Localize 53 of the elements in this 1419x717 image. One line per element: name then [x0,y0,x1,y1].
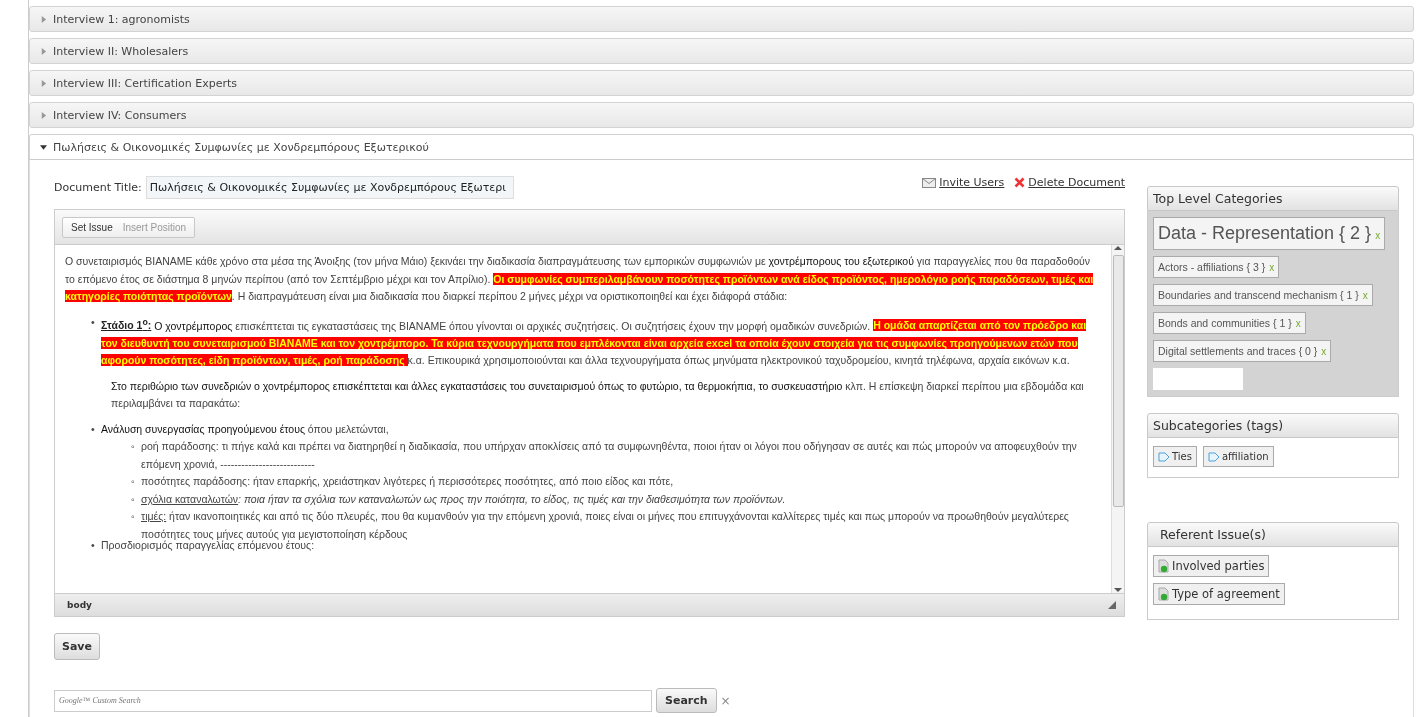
bullet-marker: ◦ [131,491,136,507]
category-chip[interactable]: Data - Representation { 2 } x [1153,217,1386,250]
bullet-marker: • [91,314,96,330]
category-chip[interactable]: Boundaries and transcend mechanism { 1 } x [1153,284,1373,306]
save-button[interactable]: Save [54,633,100,660]
panel-title: Top Level Categories [1147,186,1399,211]
section-title: Interview III: Certification Experts [53,76,237,90]
bullet-marker: • [91,421,96,437]
resize-handle-icon[interactable] [1108,601,1116,609]
list-item: ποσότητες παράδοσης: ήταν επαρκής, χρειάστηκαν λιγότερες ή περισσότερες ποσότητες, από ποιο είδος και πότε, [141,474,675,489]
category-chip[interactable]: Digital settlements and traces { 0 } x [1153,340,1332,362]
section-title: Interview IV: Consumers [53,108,187,122]
accordion-header[interactable]: Interview II: Wholesalers [29,38,1414,64]
close-icon [1014,177,1026,188]
action-link[interactable]: Invite Users [922,176,1005,189]
paragraph: Ο συνεταιρισμός ΒΙΑΝΑΜΕ κάθε χρόνο στα μέσα της Άνοιξης (τον μήνα Μάιο) ξεκινάει την διαδικασία διαπραγμάτευσης των εμπορικών συμφωνιών με χοντρέμπορους του εξωτερικού για παραγγελίες που θα παραδοθούν το επόμενο έτος σε διάστημα 8 μηνών περίπου (από τον Σεπτέμβριο μέχρι και τον Απρίλιο). Οι συμφωνίες συμπεριλαμβάνουν ποσότητες προϊόντων ανά είδος προϊόντος, ημερολόγιο ροής παραδόσεων, τιμές και κατηγορίες ποιότητας προϊόντων. Η διαπραγμάτευση είναι μια διαδικασία που διαρκεί περίπου 2 μήνες μέχρι να οριστικοποιηθεί και έχει διάφορά στάδια: [65,254,1095,304]
bullet-marker: ◦ [131,439,136,454]
section-title: Interview 1: agronomists [53,12,190,26]
list-item: τιμές: ήταν ικανοποιητικές και από τις δύο πλευρές, που θα κυμανθούν για την επόμενη χρονιά, ποιες είναι οι μήνες που επιτυγχάνονται καλλίτερες τιμές και πως μπορούν να προωθηθούν μεγαλύτερες ποσότητες τους μήνες αυτούς για μεγιστοποίηση κέρδους [141,509,1070,541]
clear-button[interactable]: × [720,693,731,708]
bullet-marker: ◦ [131,474,136,489]
list-item: Ανάλυση συνεργασίας προηγούμενου έτους όπου μελετώνται, [101,421,390,437]
envelope-icon [922,177,937,188]
tag-chip[interactable]: Ties [1153,446,1197,467]
panel-title: Referent Issue(s) [1147,522,1399,547]
tag-chip[interactable]: affiliation [1202,446,1274,467]
issue-chip[interactable]: Type of agreement [1153,583,1285,605]
tag-icon [1158,451,1170,462]
paragraph: Στο περιθώριο των συνεδριών ο χοντρέμπορος επισκέπτεται και άλλες εγκαταστάσεις του συνεταιρισμού όπως το φυτώριο, τα θερμοκήπια, το συσκευαστήριο κλπ. Η επίσκεψη διαρκεί περίπου μια εβδομάδα και περιλαμβάνει τα παρακάτω: [111,378,1085,411]
panel-title: Subcategories (tags) [1147,413,1399,438]
title-field[interactable]: Πωλήσεις & Οικονομικές Συμφωνίες με Χονδρεμπόρους Εξωτερι [145,176,514,199]
search-button[interactable]: Search [656,688,717,713]
category-chip[interactable]: Bonds and communities { 1 } x [1153,312,1306,334]
bullet-marker: • [91,538,96,553]
section-title: Interview II: Wholesalers [53,44,189,58]
action-link[interactable]: Delete Document [1014,176,1125,189]
accordion-header[interactable]: Interview IV: Consumers [29,102,1414,128]
list-item: σχόλια καταναλωτών: ποια ήταν τα σχόλια των καταναλωτών ως προς την ποιότητα, το είδος, τις τιμές και την διαθεσιμότητα των προϊόντων. [141,491,787,507]
search-field[interactable]: Google™ Custom Search [54,689,652,712]
category-input[interactable] [1153,368,1243,390]
scrollbar[interactable] [1111,245,1124,593]
bullet-marker: ◦ [131,509,136,524]
category-chip[interactable]: Actors - affiliations { 3 } x [1153,256,1280,278]
list-item: Προσδιορισμός παραγγελίας επόμενου έτους: [101,539,315,553]
toolbar-button[interactable]: Set Issue [71,222,113,233]
accordion-header[interactable]: Interview 1: agronomists [29,6,1414,32]
section-title: Πωλήσεις & Οικονομικές Συμφωνίες με Χονδρεμπόρους Εξωτερικού [53,140,429,154]
issue-chip[interactable]: Involved parties [1153,555,1270,577]
tag-icon [1207,451,1220,462]
element-path: body [67,600,92,610]
field-label: Document Title: [54,181,142,194]
accordion-header[interactable]: Interview III: Certification Experts [29,70,1414,96]
accordion-header[interactable]: Πωλήσεις & Οικονομικές Συμφωνίες με Χονδρεμπόρους Εξωτερικού [29,134,1414,160]
